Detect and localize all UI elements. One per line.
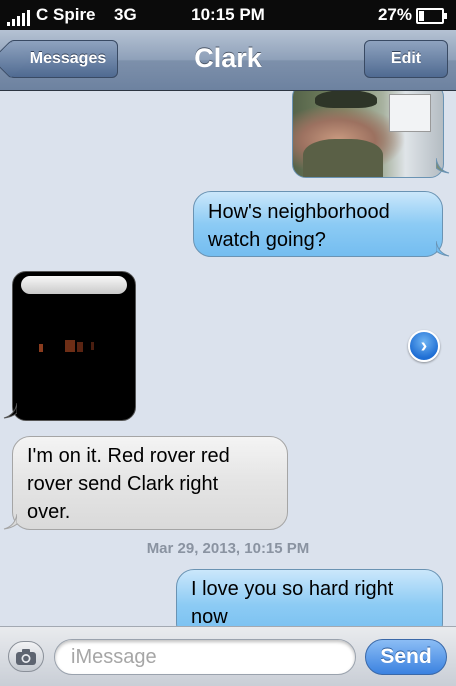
message-timestamp: Mar 29, 2013, 10:15 PM (146, 540, 310, 557)
bubble-tail (436, 158, 450, 174)
battery-percent: 27% (377, 5, 412, 24)
forward-button[interactable]: › (408, 330, 440, 362)
outgoing-message-bubble[interactable]: How's neighborhood watch going? (193, 191, 443, 257)
back-button-label: Messages (29, 50, 107, 67)
battery-icon (416, 8, 447, 24)
camera-button[interactable] (8, 641, 44, 672)
message-text-line: rover send Clark right (27, 473, 219, 495)
message-text-line: I love you so hard right (191, 578, 394, 600)
conversation-thread[interactable]: How's neighborhood watch going? › I'm on… (0, 91, 456, 626)
edit-button[interactable]: Edit (364, 40, 448, 78)
message-input-bar: Send (0, 626, 456, 686)
navigation-bar: Messages Clark Edit (0, 30, 456, 91)
incoming-message-bubble[interactable]: I'm on it. Red rover red rover send Clar… (12, 436, 288, 530)
message-text-line: I'm on it. Red rover red (27, 445, 230, 467)
bubble-tail (3, 403, 17, 419)
outgoing-message-bubble[interactable]: I love you so hard right now (176, 569, 443, 626)
outgoing-photo-message[interactable] (292, 91, 444, 178)
chevron-right-icon: › (420, 334, 428, 357)
status-bar: C Spire 3G 10:15 PM 27% (0, 0, 456, 30)
message-text-line: over. (27, 501, 71, 523)
imessage-input[interactable] (54, 639, 356, 675)
message-text-line: watch going? (208, 229, 326, 251)
bubble-tail (436, 241, 450, 257)
send-button[interactable]: Send (365, 639, 447, 675)
incoming-photo-message[interactable] (12, 271, 136, 421)
camera-icon (16, 648, 36, 665)
bubble-tail (3, 514, 17, 530)
message-text-line: How's neighborhood (208, 201, 390, 223)
message-text-line: now (191, 606, 228, 626)
